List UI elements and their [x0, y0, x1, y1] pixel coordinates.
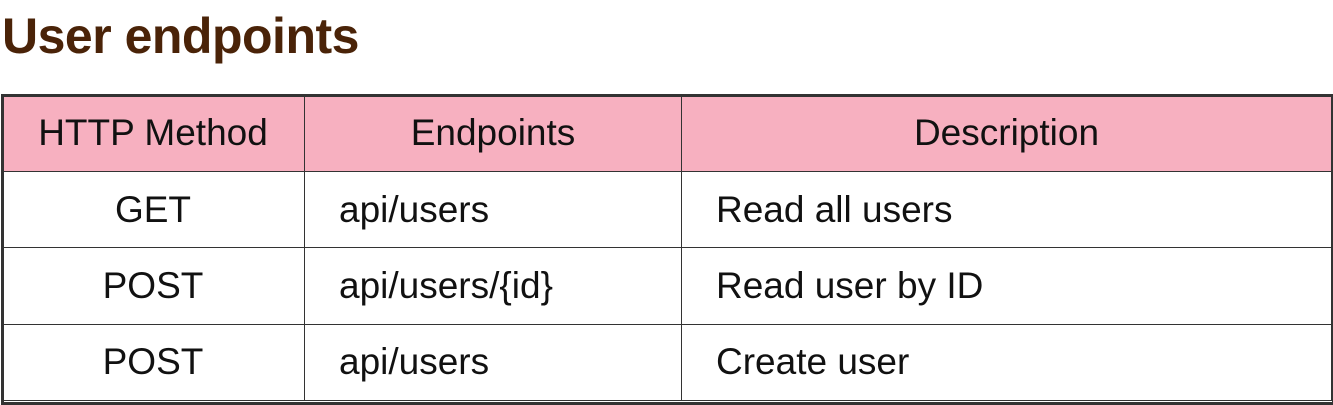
header-endpoints: Endpoints [304, 94, 682, 172]
cell-endpoint: api/users/{id} [304, 247, 682, 325]
table-row: GET api/users Read all users [1, 170, 1332, 249]
cell-description: Create user [681, 323, 1332, 402]
cell-description: Read user by ID [681, 247, 1332, 325]
cell-endpoint: api/users [304, 323, 682, 402]
cell-endpoint: api/users [304, 170, 682, 249]
cell-method: POST [1, 323, 305, 402]
table-row: POST api/users Create user [1, 323, 1332, 402]
cell-method: POST [1, 247, 305, 325]
table-row: POST api/users/{id} Read user by ID [1, 247, 1332, 325]
header-description: Description [681, 94, 1332, 172]
table-header-row: HTTP Method Endpoints Description [1, 94, 1332, 172]
cell-method: GET [1, 170, 305, 249]
header-http-method: HTTP Method [1, 94, 305, 172]
cell-description: Read all users [681, 170, 1332, 249]
page-title: User endpoints [2, 8, 359, 64]
endpoints-table: HTTP Method Endpoints Description GET ap… [1, 94, 1332, 402]
